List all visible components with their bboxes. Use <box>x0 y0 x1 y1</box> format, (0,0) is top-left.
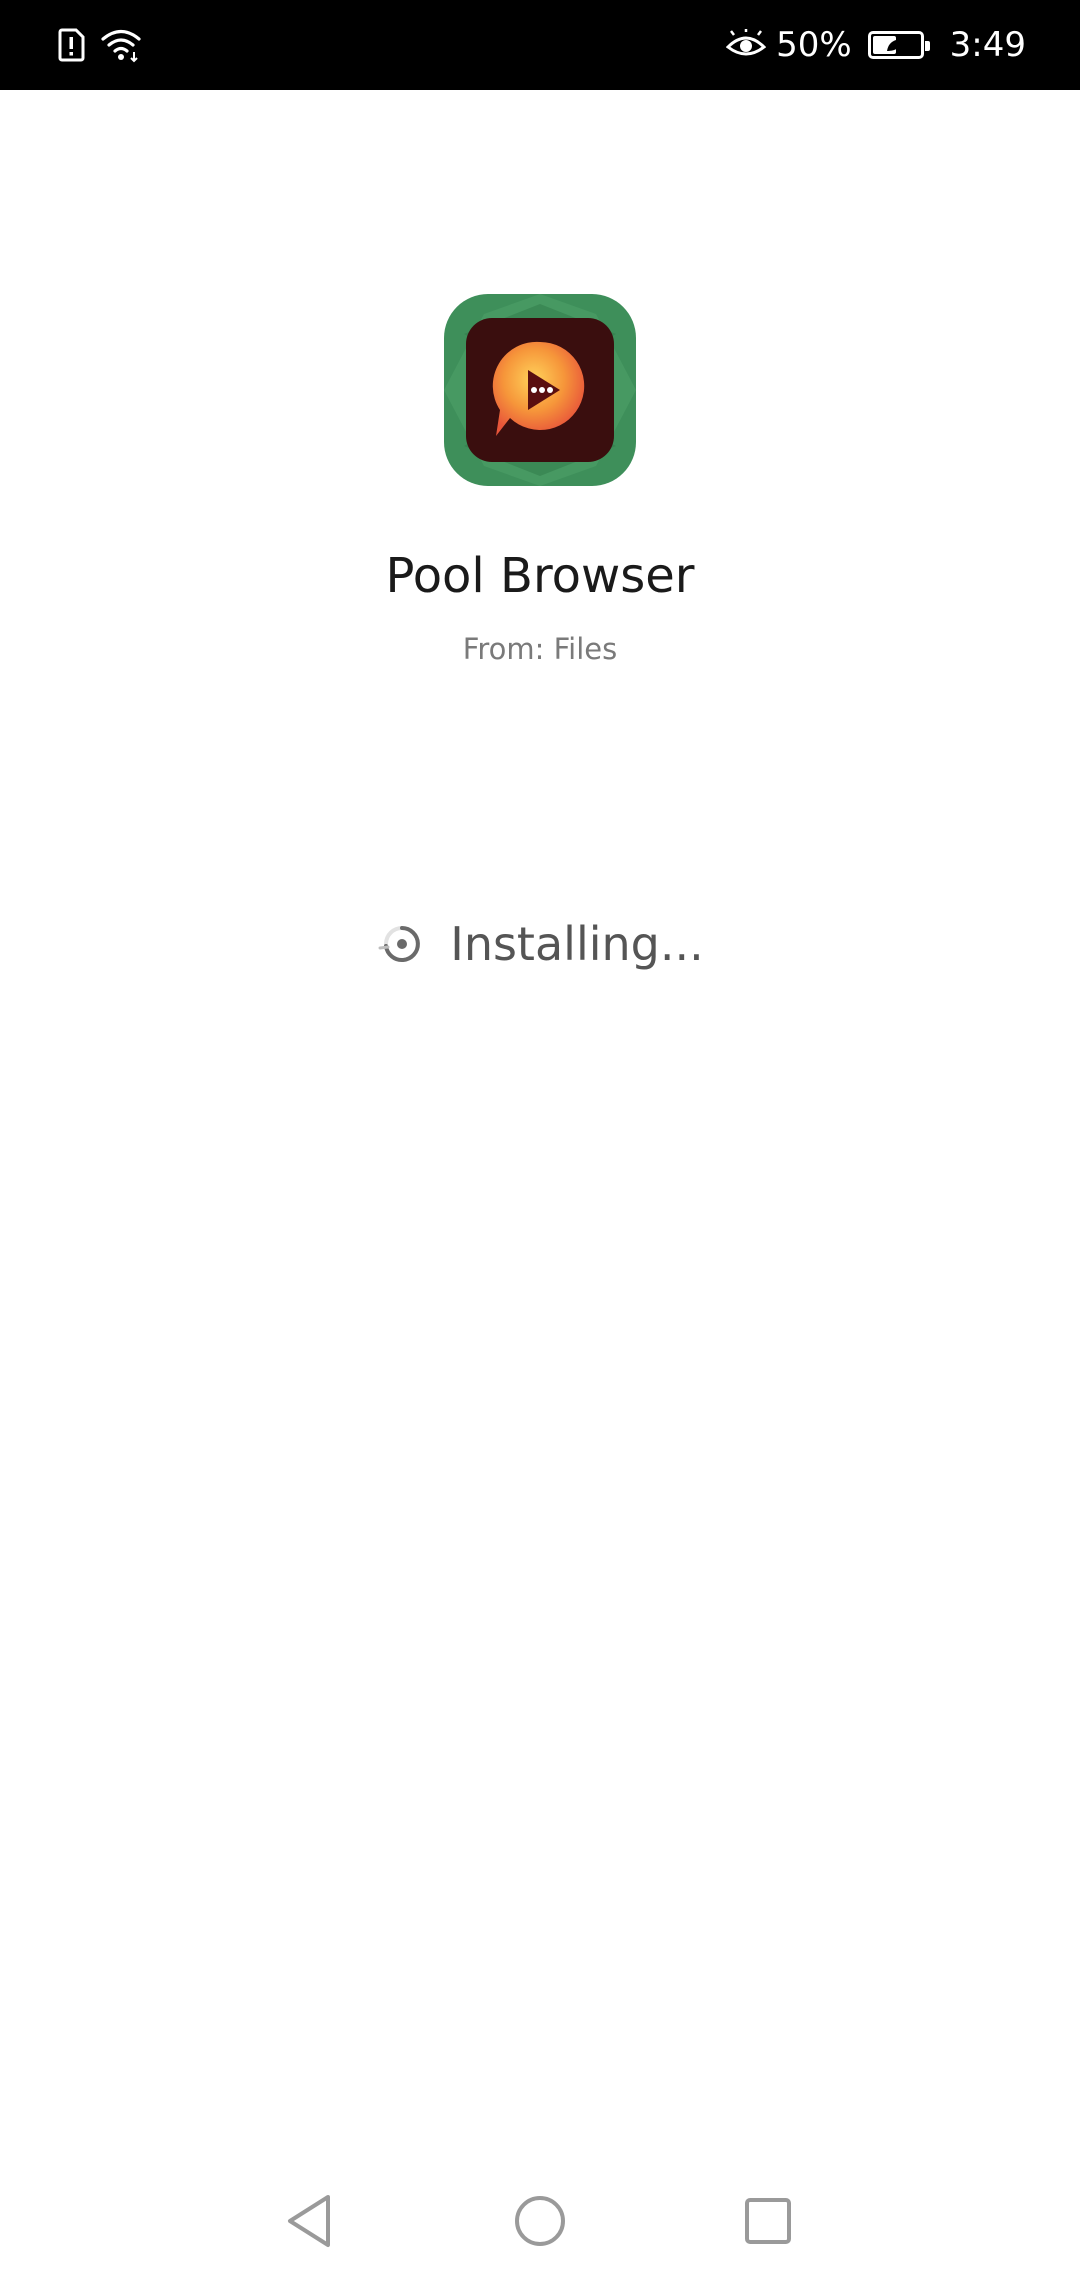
status-left-icons <box>56 24 144 66</box>
status-bar: 50% 3:49 <box>0 0 1080 90</box>
battery-percent: 50% <box>776 25 852 65</box>
navigation-bar <box>0 2160 1080 2280</box>
nav-recent-apps-button[interactable] <box>735 2188 801 2254</box>
home-icon <box>515 2196 565 2246</box>
eye-comfort-icon <box>726 29 767 56</box>
wifi-icon <box>101 29 141 63</box>
install-status-text: Installing... <box>450 917 704 971</box>
install-status: Installing... <box>0 914 1080 974</box>
clock: 3:49 <box>949 25 1026 65</box>
nav-back-button[interactable] <box>276 2188 342 2254</box>
battery-icon <box>867 31 930 59</box>
recent-apps-icon <box>745 2198 791 2244</box>
status-right-icons: 50% 3:49 <box>726 22 1026 68</box>
installer-screen: 50% 3:49 Pool Browser From: Files Instal… <box>0 0 1080 2280</box>
sim-alert-icon <box>58 28 85 62</box>
app-name: Pool Browser <box>385 548 695 604</box>
battery-saver-leaf-icon <box>886 39 903 51</box>
app-source: From: Files <box>462 632 618 666</box>
pool-browser-app-icon <box>444 294 636 486</box>
back-icon <box>288 2195 330 2247</box>
nav-home-button[interactable] <box>507 2188 573 2254</box>
loading-spinner-icon <box>378 926 421 962</box>
